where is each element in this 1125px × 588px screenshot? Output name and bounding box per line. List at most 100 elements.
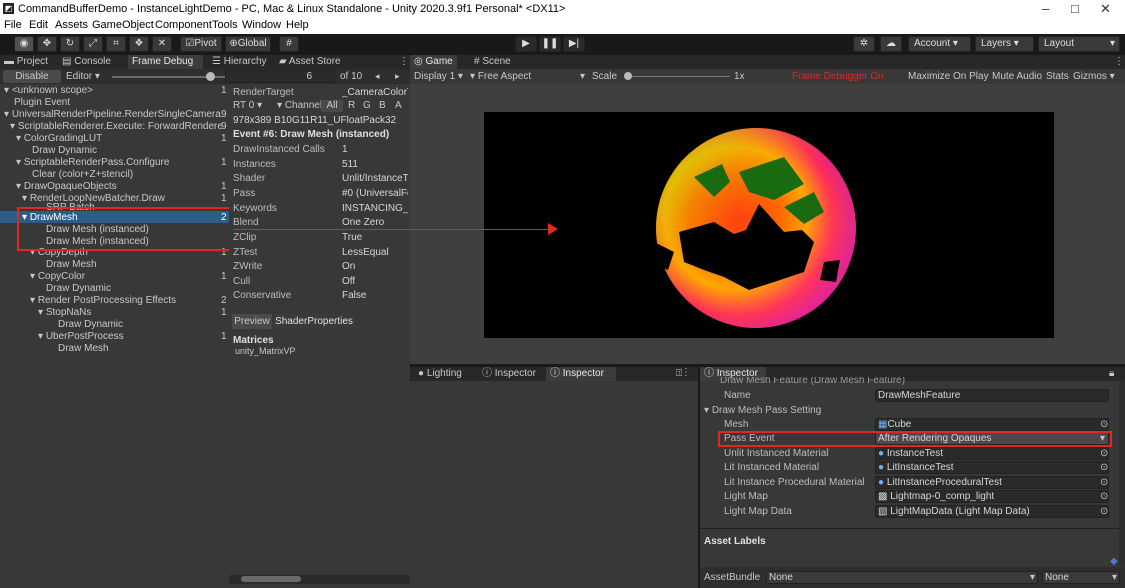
layers-dropdown[interactable]: Layers ▾: [975, 36, 1034, 52]
event-total: of 10: [340, 71, 363, 82]
menu-window[interactable]: Window: [242, 19, 281, 31]
menu-assets[interactable]: Assets: [55, 19, 88, 31]
menu-file[interactable]: File: [4, 19, 22, 31]
object-picker-icon[interactable]: ⊙: [1100, 476, 1108, 489]
tab-console[interactable]: ▤ Console: [58, 55, 115, 69]
object-picker-icon[interactable]: ⊙: [1100, 461, 1108, 474]
custom-tool-icon[interactable]: ✕: [152, 36, 172, 52]
object-picker-icon[interactable]: ⊙: [1100, 447, 1108, 460]
menu-edit[interactable]: Edit: [29, 19, 48, 31]
pause-button[interactable]: ❚❚: [539, 36, 561, 52]
tab-hierarchy[interactable]: ☰ Hierarchy: [208, 55, 271, 69]
rotate-tool-icon[interactable]: ↻: [60, 36, 80, 52]
global-toggle[interactable]: ⊕Global: [225, 36, 271, 52]
scrollbar-thumb[interactable]: [241, 576, 301, 582]
material-icon: ●: [878, 448, 887, 459]
channel-a-button[interactable]: A: [395, 99, 402, 112]
pivot-toggle[interactable]: ☑Pivot: [180, 36, 222, 52]
prev-event-button[interactable]: ◂: [375, 70, 380, 83]
tab-game[interactable]: ◎ Game: [410, 55, 457, 69]
tree-count: 1: [221, 271, 227, 282]
mesh-field[interactable]: ▦Cube: [875, 418, 1109, 431]
mesh-value: Cube: [887, 419, 912, 430]
view-tool-icon[interactable]: ◉: [14, 36, 34, 52]
scale-tool-icon[interactable]: ⤢: [83, 36, 103, 52]
asset-icon: ▧: [878, 506, 891, 517]
game-more-icon[interactable]: ⋮: [1110, 55, 1125, 69]
stats-toggle[interactable]: Stats: [1046, 70, 1069, 83]
step-button[interactable]: ▶|: [563, 36, 585, 52]
light-map-data-field[interactable]: ▧ LightMapData (Light Map Data): [875, 505, 1109, 518]
menu-component[interactable]: Component: [155, 19, 212, 31]
scale-slider-track[interactable]: [632, 76, 730, 77]
layout-dropdown[interactable]: Layout ▾: [1038, 36, 1120, 52]
asset-variant-dropdown[interactable]: None: [1042, 571, 1120, 584]
channel-g-button[interactable]: G: [363, 99, 371, 112]
texture-icon: ▩: [878, 491, 891, 502]
transform-tool-icon[interactable]: ❖: [129, 36, 149, 52]
lit-material-field[interactable]: ● LitInstanceTest: [875, 461, 1109, 474]
object-picker-icon[interactable]: ⊙: [1100, 505, 1108, 518]
tab-inspector-active[interactable]: ⓘ Inspector: [546, 367, 616, 381]
tab-lighting[interactable]: ● Lighting: [414, 367, 466, 381]
object-picker-icon[interactable]: ⊙: [1100, 490, 1108, 503]
rect-tool-icon[interactable]: ⌗: [106, 36, 126, 52]
minimize-button[interactable]: –: [1042, 1, 1049, 16]
move-tool-icon[interactable]: ✥: [37, 36, 57, 52]
channel-b-button[interactable]: B: [379, 99, 386, 112]
asset-bundle-dropdown[interactable]: None: [766, 571, 1038, 584]
rt-dropdown[interactable]: RT 0 ▾: [233, 99, 262, 112]
pass-setting-label: Draw Mesh Pass Setting: [711, 405, 822, 416]
material-icon: ●: [878, 477, 887, 488]
event-index-field[interactable]: 6: [225, 70, 335, 83]
unlit-material-field[interactable]: ● InstanceTest: [875, 447, 1109, 460]
maximize-on-play-toggle[interactable]: Maximize On Play: [908, 70, 989, 83]
tree-item[interactable]: Draw Mesh: [58, 342, 109, 355]
play-button[interactable]: ▶: [515, 36, 537, 52]
name-field[interactable]: DrawMeshFeature: [875, 389, 1109, 402]
tab-inspector-label: Inspector: [562, 368, 604, 379]
menu-help[interactable]: Help: [286, 19, 309, 31]
tab-frame-debug[interactable]: Frame Debug: [128, 55, 203, 69]
tab-preview[interactable]: Preview: [232, 314, 272, 329]
next-event-button[interactable]: ▸: [395, 70, 400, 83]
tab-asset-store[interactable]: ▰ Asset Store: [275, 55, 345, 69]
display-dropdown[interactable]: Display 1 ▾: [414, 70, 463, 83]
tab-lighting-label: Lighting: [426, 368, 462, 379]
prop-value: Unlit/InstanceT: [342, 173, 408, 184]
mute-audio-toggle[interactable]: Mute Audio: [992, 70, 1042, 83]
tab-inspector[interactable]: ⓘ Inspector: [478, 367, 540, 381]
light-map-field[interactable]: ▩ Lightmap-0_comp_light: [875, 490, 1109, 503]
disable-button[interactable]: Disable: [3, 70, 61, 83]
aspect-dropdown[interactable]: ▾ Free Aspect: [470, 70, 588, 83]
game-viewport[interactable]: [410, 84, 1125, 364]
object-picker-icon[interactable]: ⊙: [1100, 418, 1108, 431]
scale-label: Scale: [592, 71, 618, 82]
event-slider-handle[interactable]: [206, 72, 215, 81]
gizmos-dropdown[interactable]: Gizmos ▾: [1073, 70, 1115, 83]
vertical-scrollbar[interactable]: [1119, 381, 1125, 566]
lock-icon[interactable]: ⍐ ⋮: [672, 367, 691, 381]
pass-setting-foldout[interactable]: ▾ Draw Mesh Pass Setting: [704, 404, 821, 417]
cloud-icon[interactable]: ☁: [880, 36, 902, 52]
asset-variant-value: None: [1045, 572, 1069, 583]
lit-procedural-field[interactable]: ● LitInstanceProceduralTest: [875, 476, 1109, 489]
lock-icon[interactable]: 🔒︎: [1105, 367, 1118, 381]
tree-item-label: ScriptableRenderPass.Configure: [23, 157, 170, 168]
scale-slider-handle[interactable]: [624, 72, 632, 80]
rt-label: RT 0: [233, 100, 255, 111]
tab-project[interactable]: ▬ Project: [0, 55, 52, 69]
grid-snap-icon[interactable]: #: [279, 36, 299, 52]
channel-r-button[interactable]: R: [348, 99, 355, 112]
render-target-value[interactable]: _CameraColorT: [342, 86, 408, 99]
close-button[interactable]: ✕: [1100, 1, 1111, 17]
tab-scene[interactable]: # Scene: [470, 55, 515, 69]
maximize-button[interactable]: □: [1071, 1, 1079, 16]
menu-gameobject[interactable]: GameObject: [92, 19, 154, 31]
collab-icon[interactable]: ✲: [853, 36, 875, 52]
tab-shader-properties[interactable]: ShaderProperties: [273, 314, 355, 329]
editor-dropdown[interactable]: Editor ▾: [66, 70, 100, 83]
channel-all-button[interactable]: All: [321, 100, 343, 112]
account-dropdown[interactable]: Account ▾: [908, 36, 971, 52]
menu-tools[interactable]: Tools: [212, 19, 238, 31]
